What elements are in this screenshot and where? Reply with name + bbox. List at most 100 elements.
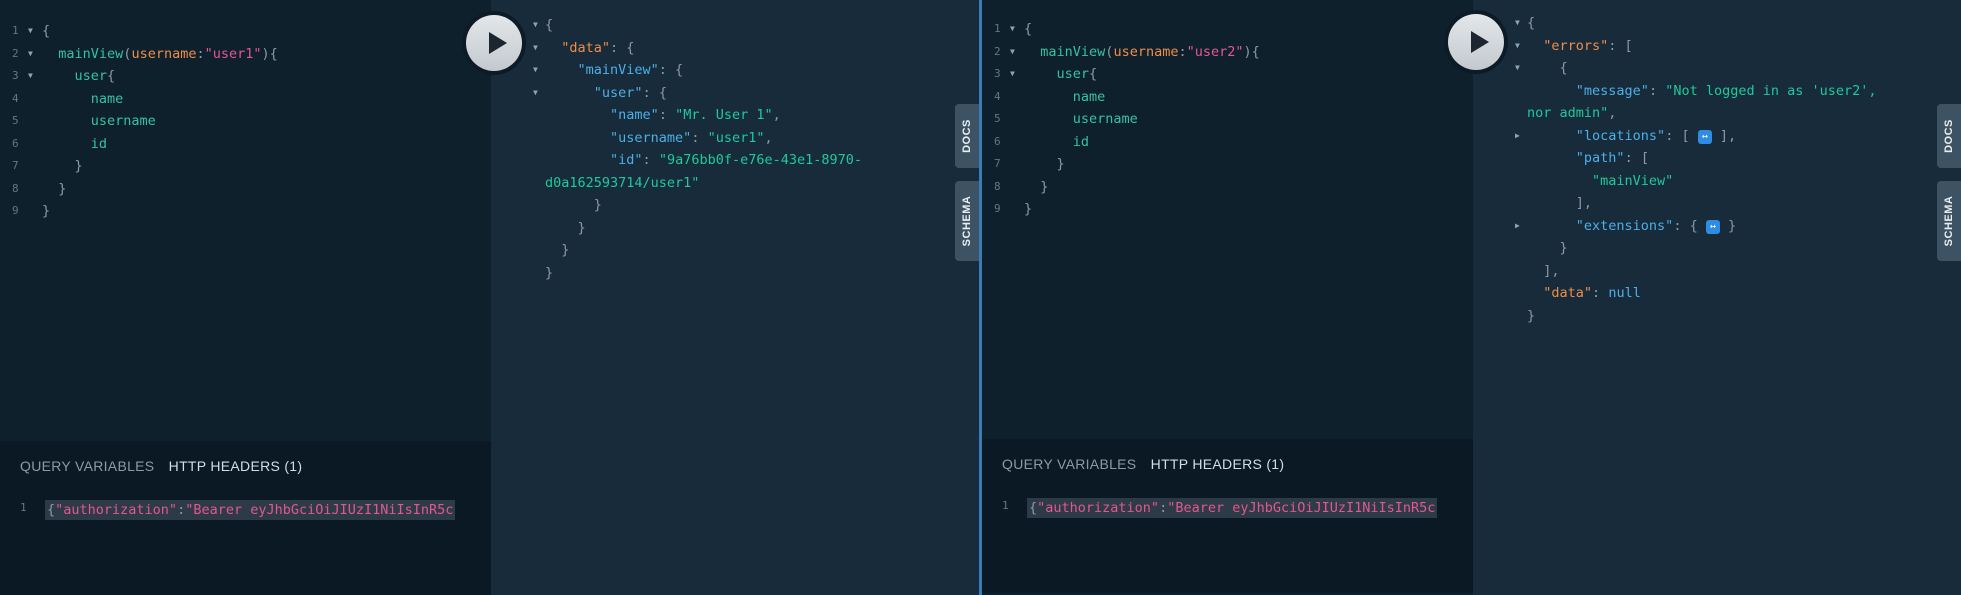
code-line: }: [1024, 153, 1260, 176]
json-line: nor admin",: [1527, 102, 1877, 125]
fold-arrow-icon[interactable]: ▼: [28, 43, 33, 66]
code-token: "user2": [1186, 43, 1244, 60]
code-token: "extensions": [1575, 217, 1674, 234]
code-token: }: [545, 197, 602, 213]
code-token: {: [545, 17, 554, 33]
query-variables-tab[interactable]: QUERY VARIABLES: [20, 458, 154, 474]
docs-tab-label: DOCS: [1943, 119, 1955, 153]
line-number: 2 ▼: [12, 43, 46, 66]
code-token: ){: [261, 45, 278, 62]
http-headers-editor[interactable]: {"authorization":"Bearer eyJhbGciOiJIUzI…: [1027, 498, 1438, 518]
query-editor[interactable]: 1 ▼ 2 ▼ 3 ▼ 4 5 6 7 8 9 { mainView(username:"user2"…: [982, 0, 1473, 441]
code-token: user: [74, 68, 108, 84]
json-line: {: [1527, 12, 1877, 35]
line-number: 5: [994, 112, 1001, 125]
code-token: "mainView": [577, 62, 659, 78]
fold-arrow-icon[interactable]: ▼: [1010, 18, 1015, 41]
play-icon: [489, 32, 507, 54]
code-token: "user1": [204, 45, 262, 62]
json-line: {: [545, 14, 862, 37]
code-line: }: [1024, 198, 1260, 221]
code-line: mainView(username:"user1"){: [42, 43, 278, 66]
schema-tab[interactable]: SCHEMA: [1937, 181, 1961, 261]
variables-panel: QUERY VARIABLES HTTP HEADERS (1) 1 {"aut…: [982, 439, 1473, 593]
code-token: }: [1527, 307, 1536, 324]
line-number: 9: [12, 204, 19, 217]
fold-arrow-icon[interactable]: ▼: [1010, 63, 1015, 86]
code-line: }: [42, 178, 278, 201]
code-token: }: [1024, 178, 1049, 195]
http-headers-tab[interactable]: HTTP HEADERS (1): [1151, 456, 1285, 472]
code-token: :: [1178, 43, 1187, 60]
code-line: }: [42, 200, 278, 223]
code-token: }: [1024, 201, 1033, 217]
code-token: "username": [610, 129, 692, 146]
code-token: username: [90, 113, 156, 129]
json-line: }: [1527, 237, 1877, 260]
fold-arrow-icon[interactable]: ▼: [1010, 41, 1015, 64]
code-token: "message": [1575, 82, 1649, 99]
json-line: ],: [1527, 260, 1877, 283]
query-variables-tab[interactable]: QUERY VARIABLES: [1002, 456, 1136, 472]
execute-query-button[interactable]: [1444, 10, 1508, 74]
query-code[interactable]: { mainView(username:"user1"){ user{ name…: [42, 20, 278, 223]
schema-tab[interactable]: SCHEMA: [955, 181, 979, 261]
code-token: : {: [610, 39, 635, 56]
json-line: }: [1527, 305, 1877, 328]
json-line: "data": null: [1527, 282, 1877, 305]
code-token: mainView: [1040, 43, 1106, 60]
code-token: "Mr. User 1": [675, 107, 773, 123]
code-token: ],: [1527, 195, 1593, 211]
execute-button-face: [466, 15, 522, 71]
fold-arrow-icon[interactable]: ▼: [28, 65, 33, 88]
code-token: : {: [642, 84, 667, 101]
docs-tab[interactable]: DOCS: [955, 104, 979, 168]
code-token: ,: [764, 129, 773, 146]
json-line: "name": "Mr. User 1",: [545, 104, 862, 127]
json-line: "username": "user1",: [545, 127, 862, 150]
code-token: "mainView": [1592, 172, 1674, 189]
json-line: "id": "9a76bb0f-e76e-43e1-8970-: [545, 149, 862, 172]
result-json: { "data": { "mainView": { "user": { "nam…: [545, 14, 862, 284]
code-token: : {: [658, 62, 684, 78]
code-token: }: [545, 219, 586, 236]
graphiql-pane-left: 1 ▼ 2 ▼ 3 ▼ 4 5 6 7 8 9 { mainView(username:"user1"…: [0, 0, 979, 595]
code-token: null: [1608, 285, 1641, 301]
code-token: : [: [1608, 37, 1633, 54]
fold-arrow-icon[interactable]: ▼: [28, 20, 33, 43]
execute-query-button[interactable]: [462, 11, 526, 75]
docs-tab[interactable]: DOCS: [1937, 104, 1961, 168]
query-editor[interactable]: 1 ▼ 2 ▼ 3 ▼ 4 5 6 7 8 9 { mainView(username:"user1"…: [0, 0, 491, 441]
http-headers-editor[interactable]: {"authorization":"Bearer eyJhbGciOiJIUzI…: [45, 500, 456, 520]
variables-tabs: QUERY VARIABLES HTTP HEADERS (1): [1002, 456, 1284, 472]
result-json: { "errors": [ { "message": "Not logged i…: [1527, 12, 1877, 327]
code-line: user{: [42, 65, 278, 88]
json-line: "locations": [ ↔ ],: [1527, 125, 1877, 148]
expand-badge[interactable]: ↔: [1705, 219, 1720, 234]
code-token: {: [1089, 66, 1098, 82]
expand-badge[interactable]: ↔: [1697, 129, 1712, 144]
line-number: 5: [12, 114, 19, 127]
http-headers-tab[interactable]: HTTP HEADERS (1): [169, 458, 303, 474]
code-token: : [: [1624, 150, 1649, 166]
line-number: 3 ▼: [994, 63, 1028, 86]
play-icon: [1471, 31, 1489, 53]
docs-tab-label: DOCS: [961, 119, 973, 153]
code-token: d0a162593714/user1": [545, 174, 700, 191]
line-number: 9: [994, 202, 1001, 215]
line-number: 4: [12, 91, 19, 105]
graphiql-pane-right: 1 ▼ 2 ▼ 3 ▼ 4 5 6 7 8 9 { mainView(username:"user2"…: [982, 0, 1961, 595]
code-token: }: [1024, 156, 1065, 172]
code-token: id: [1072, 133, 1090, 150]
query-code[interactable]: { mainView(username:"user2"){ user{ name…: [1024, 18, 1260, 221]
